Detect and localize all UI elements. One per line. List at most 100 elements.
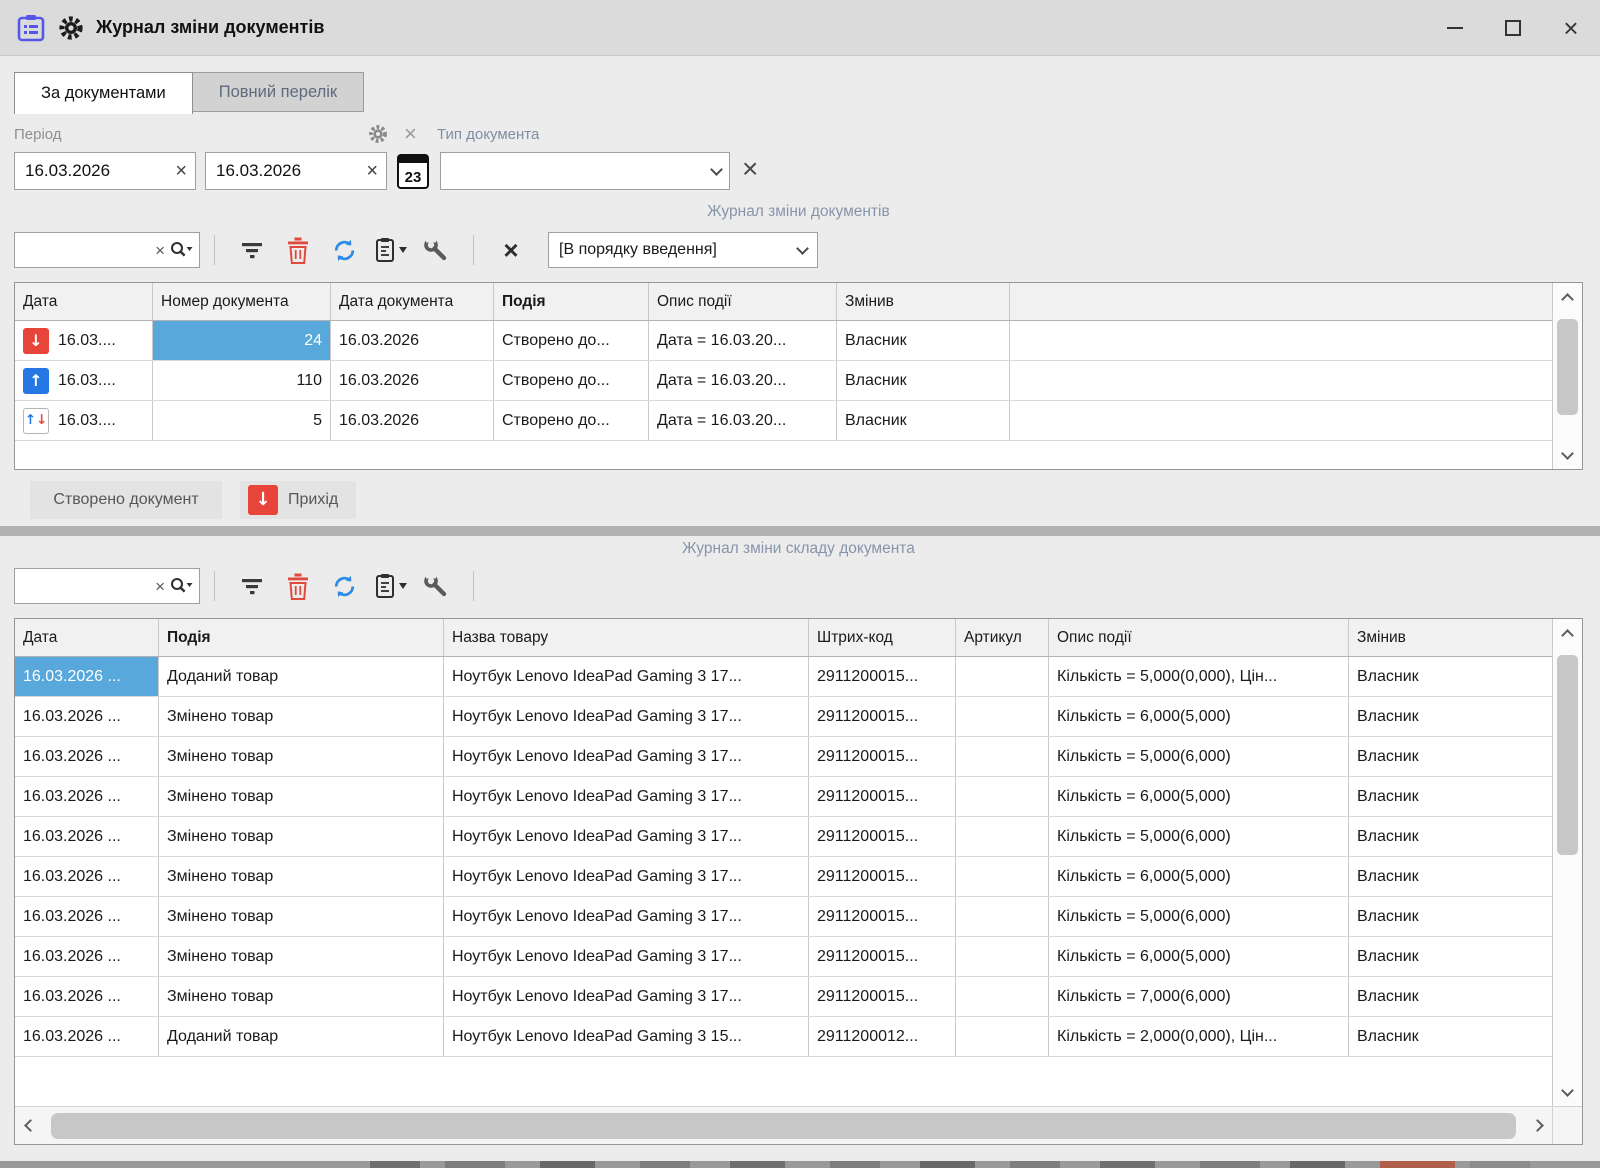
cell-sku[interactable] [956, 697, 1049, 736]
search-field[interactable]: × [14, 568, 200, 604]
cell-date[interactable]: ↑↓ 16.03.... [15, 401, 153, 440]
tab-by-documents[interactable]: За документами [14, 72, 193, 114]
filter-button[interactable] [229, 232, 275, 268]
clear-date-from-icon[interactable]: × [175, 161, 187, 181]
table-row[interactable]: 16.03.2026 ... Змінено товар Ноутбук Len… [15, 937, 1552, 977]
cell-sku[interactable] [956, 737, 1049, 776]
column-header-event[interactable]: Подія [159, 619, 444, 656]
cell-product[interactable]: Ноутбук Lenovo IdeaPad Gaming 3 17... [444, 737, 809, 776]
cell-changed-by[interactable]: Власник [1349, 737, 1552, 776]
table-row[interactable]: 16.03.2026 ... Змінено товар Ноутбук Len… [15, 977, 1552, 1017]
cell-doc-date[interactable]: 16.03.2026 [331, 401, 494, 440]
order-select[interactable]: [В порядку введення] [548, 232, 818, 268]
scroll-left-arrow[interactable] [15, 1107, 41, 1144]
table-row[interactable]: 16.03.2026 ... Змінено товар Ноутбук Len… [15, 777, 1552, 817]
search-clear-icon[interactable]: × [155, 578, 165, 595]
cell-barcode[interactable]: 2911200015... [809, 737, 956, 776]
cell-changed-by[interactable]: Власник [837, 321, 1010, 360]
column-header-description[interactable]: Опис події [649, 283, 837, 320]
cell-description[interactable]: Дата = 16.03.20... [649, 321, 837, 360]
tab-full-list[interactable]: Повний перелік [193, 72, 364, 112]
cell-description[interactable]: Кількість = 2,000(0,000), Цін... [1049, 1017, 1349, 1056]
cell-sku[interactable] [956, 657, 1049, 696]
table-row[interactable]: 16.03.2026 ... Доданий товар Ноутбук Len… [15, 1017, 1552, 1057]
clear-date-to-icon[interactable]: × [366, 161, 378, 181]
cell-changed-by[interactable]: Власник [1349, 937, 1552, 976]
date-to-field[interactable]: × [205, 152, 387, 190]
column-header-date[interactable]: Дата [15, 619, 159, 656]
splitter-handle[interactable] [0, 526, 1600, 536]
cell-event[interactable]: Доданий товар [159, 657, 444, 696]
cell-changed-by[interactable]: Власник [1349, 697, 1552, 736]
cell-sku[interactable] [956, 897, 1049, 936]
scroll-down-arrow[interactable] [1553, 441, 1582, 469]
scrollbar-thumb[interactable] [1557, 319, 1578, 415]
table-row[interactable]: 16.03.2026 ... Змінено товар Ноутбук Len… [15, 857, 1552, 897]
search-icon[interactable] [169, 576, 193, 596]
cell-event[interactable]: Доданий товар [159, 1017, 444, 1056]
minimize-button[interactable] [1426, 0, 1484, 56]
scroll-down-arrow[interactable] [1553, 1078, 1582, 1106]
cell-barcode[interactable]: 2911200015... [809, 697, 956, 736]
cell-date[interactable]: 16.03.2026 ... [15, 697, 159, 736]
refresh-button[interactable] [321, 232, 367, 268]
cell-event[interactable]: Створено до... [494, 401, 649, 440]
cell-barcode[interactable]: 2911200015... [809, 857, 956, 896]
cell-event[interactable]: Змінено товар [159, 697, 444, 736]
cell-date[interactable]: 16.03.2026 ... [15, 937, 159, 976]
cell-number-selected[interactable]: 24 [153, 321, 331, 360]
cell-barcode[interactable]: 2911200015... [809, 777, 956, 816]
period-clear-icon[interactable]: × [404, 121, 417, 147]
cell-changed-by[interactable]: Власник [1349, 777, 1552, 816]
table-row[interactable]: 16.03.2026 ... Змінено товар Ноутбук Len… [15, 737, 1552, 777]
cell-number[interactable]: 5 [153, 401, 331, 440]
cell-date[interactable]: 16.03.2026 ... [15, 897, 159, 936]
cell-product[interactable]: Ноутбук Lenovo IdeaPad Gaming 3 17... [444, 817, 809, 856]
cell-product[interactable]: Ноутбук Lenovo IdeaPad Gaming 3 15... [444, 1017, 809, 1056]
maximize-button[interactable] [1484, 0, 1542, 56]
report-button[interactable] [367, 568, 413, 604]
cell-changed-by[interactable]: Власник [1349, 857, 1552, 896]
column-header-number[interactable]: Номер документа [153, 283, 331, 320]
settings-button[interactable] [413, 568, 459, 604]
cell-sku[interactable] [956, 1017, 1049, 1056]
cell-barcode[interactable]: 2911200015... [809, 657, 956, 696]
cell-date-selected[interactable]: 16.03.2026 ... [15, 657, 159, 696]
cell-event[interactable]: Змінено товар [159, 977, 444, 1016]
cell-product[interactable]: Ноутбук Lenovo IdeaPad Gaming 3 17... [444, 977, 809, 1016]
cell-sku[interactable] [956, 977, 1049, 1016]
cell-changed-by[interactable]: Власник [1349, 897, 1552, 936]
cell-event[interactable]: Змінено товар [159, 777, 444, 816]
scroll-right-arrow[interactable] [1526, 1107, 1552, 1144]
vertical-scrollbar[interactable] [1552, 283, 1582, 469]
column-header-date[interactable]: Дата [15, 283, 153, 320]
cell-event[interactable]: Змінено товар [159, 897, 444, 936]
cell-changed-by[interactable]: Власник [837, 401, 1010, 440]
close-button[interactable]: × [1542, 0, 1600, 56]
search-field[interactable]: × [14, 232, 200, 268]
cell-product[interactable]: Ноутбук Lenovo IdeaPad Gaming 3 17... [444, 857, 809, 896]
cell-event[interactable]: Змінено товар [159, 937, 444, 976]
cell-sku[interactable] [956, 857, 1049, 896]
scrollbar-thumb[interactable] [51, 1113, 1516, 1139]
legend-created-document[interactable]: Створено документ [30, 481, 222, 519]
column-header-product[interactable]: Назва товару [444, 619, 809, 656]
doc-type-select[interactable] [440, 152, 730, 190]
table-row[interactable]: 16.03.2026 ... Доданий товар Ноутбук Len… [15, 657, 1552, 697]
table-row[interactable]: ↓ 16.03.... 24 16.03.2026 Створено до...… [15, 321, 1552, 361]
cell-product[interactable]: Ноутбук Lenovo IdeaPad Gaming 3 17... [444, 657, 809, 696]
search-input[interactable] [23, 242, 149, 259]
date-from-input[interactable] [25, 161, 169, 181]
column-header-doc-date[interactable]: Дата документа [331, 283, 494, 320]
report-button[interactable] [367, 232, 413, 268]
cell-barcode[interactable]: 2911200015... [809, 897, 956, 936]
date-to-input[interactable] [216, 161, 360, 181]
table-row[interactable]: 16.03.2026 ... Змінено товар Ноутбук Len… [15, 817, 1552, 857]
cell-changed-by[interactable]: Власник [1349, 817, 1552, 856]
cell-description[interactable]: Кількість = 7,000(6,000) [1049, 977, 1349, 1016]
cell-description[interactable]: Кількість = 5,000(6,000) [1049, 897, 1349, 936]
cell-sku[interactable] [956, 777, 1049, 816]
column-header-changed-by[interactable]: Змінив [837, 283, 1010, 320]
scrollbar-thumb[interactable] [1557, 655, 1578, 855]
cell-doc-date[interactable]: 16.03.2026 [331, 361, 494, 400]
